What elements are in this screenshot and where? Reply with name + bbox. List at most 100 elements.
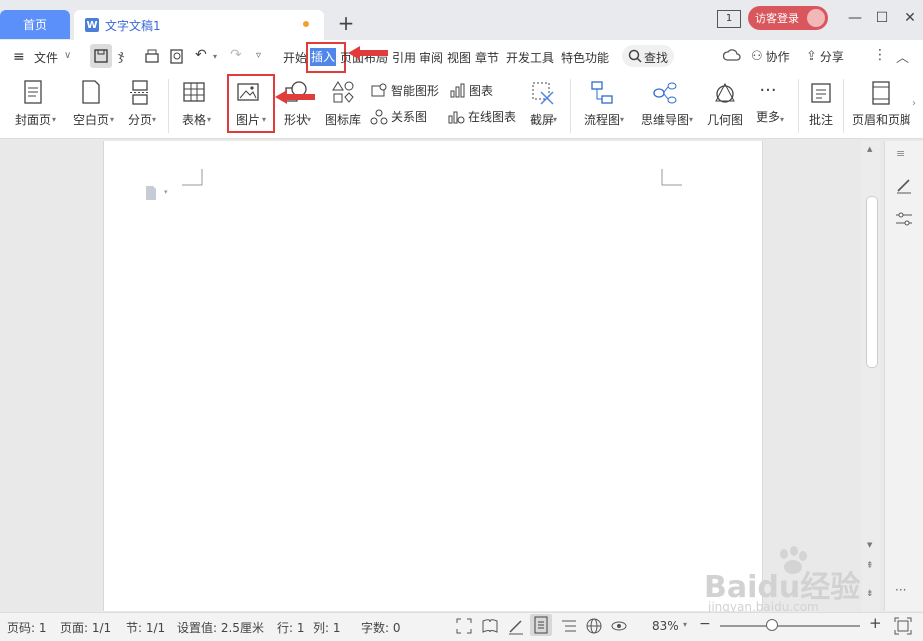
header-footer-button[interactable]: 页眉和页脚: [852, 80, 910, 128]
status-word-count[interactable]: 字数: 0: [361, 619, 401, 636]
tab-home-label: 首页: [22, 18, 47, 32]
flowchart-button[interactable]: 流程图: [578, 80, 626, 128]
outline-view-icon[interactable]: [560, 617, 578, 635]
status-section[interactable]: 节: 1/1: [126, 619, 165, 636]
menu-file[interactable]: 文件: [34, 49, 58, 66]
window-count-badge[interactable]: 1: [717, 10, 741, 28]
reading-mode-icon[interactable]: [481, 617, 499, 635]
tab-start[interactable]: 开始: [283, 49, 307, 66]
more-dropdown-icon[interactable]: ▾: [780, 115, 784, 124]
tab-home[interactable]: 首页: [0, 10, 70, 39]
cover-page-dropdown-icon[interactable]: ▾: [52, 115, 56, 124]
zoom-in-icon[interactable]: +: [869, 614, 882, 632]
table-icon: [183, 82, 205, 102]
red-arrow-annotation-icon: [348, 46, 388, 60]
cloud-sync-icon[interactable]: [723, 48, 741, 64]
more-dots-icon: ···: [759, 80, 777, 101]
settings-sliders-icon[interactable]: [894, 209, 914, 229]
status-row[interactable]: 行: 1: [277, 619, 305, 636]
share-button[interactable]: ⇪ 分享: [806, 48, 844, 65]
mindmap-dropdown-icon[interactable]: ▾: [689, 115, 693, 124]
collapse-ribbon-icon[interactable]: ︿: [896, 47, 909, 66]
hamburger-icon[interactable]: ≡: [13, 49, 25, 65]
ribbon-separator: [168, 79, 169, 133]
screenshot-dropdown-icon[interactable]: ▾: [553, 115, 557, 124]
fit-window-icon[interactable]: [894, 617, 912, 635]
tab-chapter[interactable]: 章节: [475, 49, 499, 66]
relation-chart-label: 关系图: [391, 110, 428, 124]
zoom-slider-thumb[interactable]: [766, 619, 779, 631]
blank-page-icon: [82, 80, 100, 104]
right-side-panel: ≡ ···: [884, 141, 923, 611]
paragraph-options-dropdown-icon[interactable]: ▾: [164, 188, 168, 196]
zoom-out-icon[interactable]: −: [699, 616, 711, 632]
new-tab-button[interactable]: +: [336, 12, 356, 34]
shape-dropdown-icon[interactable]: ▾: [307, 115, 311, 124]
edit-pen-icon[interactable]: [894, 175, 914, 195]
save-button[interactable]: [90, 44, 112, 68]
tab-review[interactable]: 审阅: [419, 49, 443, 66]
save-icon: [94, 49, 108, 63]
tab-features[interactable]: 特色功能: [561, 49, 609, 66]
page-break-dropdown-icon[interactable]: ▾: [152, 115, 156, 124]
fullscreen-icon[interactable]: [455, 617, 473, 635]
redo-icon[interactable]: ↷: [230, 47, 242, 63]
geometry-label: 几何图: [706, 113, 743, 127]
flowchart-dropdown-icon[interactable]: ▾: [620, 115, 624, 124]
format-painter-icon[interactable]: ჯ: [118, 48, 124, 64]
paragraph-options-icon[interactable]: [144, 185, 158, 201]
smartart-icon: [371, 83, 387, 96]
comment-label: 批注: [808, 113, 833, 127]
zoom-percent[interactable]: 83%: [652, 619, 679, 633]
chart-button[interactable]: 图表: [449, 82, 493, 99]
mindmap-label: 思维导图: [640, 113, 689, 127]
edit-mode-icon[interactable]: [507, 617, 525, 635]
table-dropdown-icon[interactable]: ▾: [207, 115, 211, 124]
blank-page-dropdown-icon[interactable]: ▾: [110, 115, 114, 124]
search-button[interactable]: 查找: [622, 45, 674, 67]
ribbon-scroll-right-icon[interactable]: ›: [912, 98, 916, 109]
maximize-icon[interactable]: ☐: [872, 8, 892, 28]
tab-developer[interactable]: 开发工具: [506, 49, 554, 66]
panel-collapse-icon[interactable]: ≡: [896, 147, 905, 160]
minimize-icon[interactable]: —: [845, 8, 865, 28]
undo-icon[interactable]: ↶: [195, 47, 207, 63]
zoom-slider[interactable]: [720, 625, 860, 627]
icon-library-button[interactable]: 图标库: [322, 80, 364, 128]
status-page-count[interactable]: 页面: 1/1: [60, 619, 111, 636]
guest-login-button[interactable]: 访客登录: [748, 6, 828, 30]
mindmap-button[interactable]: 思维导图: [636, 80, 694, 128]
print-preview-icon[interactable]: [168, 48, 186, 66]
quick-access-dropdown-icon[interactable]: ▿: [256, 50, 261, 61]
status-setting-value[interactable]: 设置值: 2.5厘米: [177, 619, 264, 636]
geometry-button[interactable]: 几何图: [704, 80, 746, 128]
smartart-button[interactable]: 智能图形: [370, 82, 439, 99]
zoom-dropdown-icon[interactable]: ▾: [683, 620, 687, 629]
document-page[interactable]: ▾: [103, 141, 763, 611]
collaborate-button[interactable]: ⚇ 协作: [751, 48, 790, 65]
tab-document[interactable]: W 文字文稿1: [74, 10, 324, 40]
status-column[interactable]: 列: 1: [313, 619, 341, 636]
relation-chart-button[interactable]: 关系图: [370, 108, 427, 125]
web-view-icon[interactable]: [585, 617, 603, 635]
cover-page-button[interactable]: 封面页: [8, 80, 58, 128]
icon-library-label: 图标库: [324, 113, 361, 127]
panel-more-icon[interactable]: ···: [895, 583, 906, 597]
comment-button[interactable]: 批注: [806, 80, 836, 128]
online-chart-button[interactable]: 在线图表: [447, 108, 516, 125]
tab-view[interactable]: 视图: [447, 49, 471, 66]
page-view-button[interactable]: [530, 614, 552, 636]
close-icon[interactable]: ✕: [900, 8, 920, 28]
scroll-up-icon[interactable]: ▲: [867, 145, 872, 153]
collaborate-icon: ⚇: [751, 49, 763, 64]
undo-dropdown-icon[interactable]: ▾: [213, 52, 217, 61]
tab-references[interactable]: 引用: [392, 49, 416, 66]
search-icon: [628, 49, 642, 63]
eye-protection-icon[interactable]: [610, 617, 628, 635]
status-page-number[interactable]: 页码: 1: [7, 619, 47, 636]
chevron-down-icon[interactable]: ∨: [64, 50, 71, 61]
blank-page-button[interactable]: 空白页: [66, 80, 116, 128]
print-icon[interactable]: [143, 48, 161, 66]
scrollbar-thumb[interactable]: [866, 196, 878, 368]
more-options-icon[interactable]: ⋮: [873, 47, 887, 63]
